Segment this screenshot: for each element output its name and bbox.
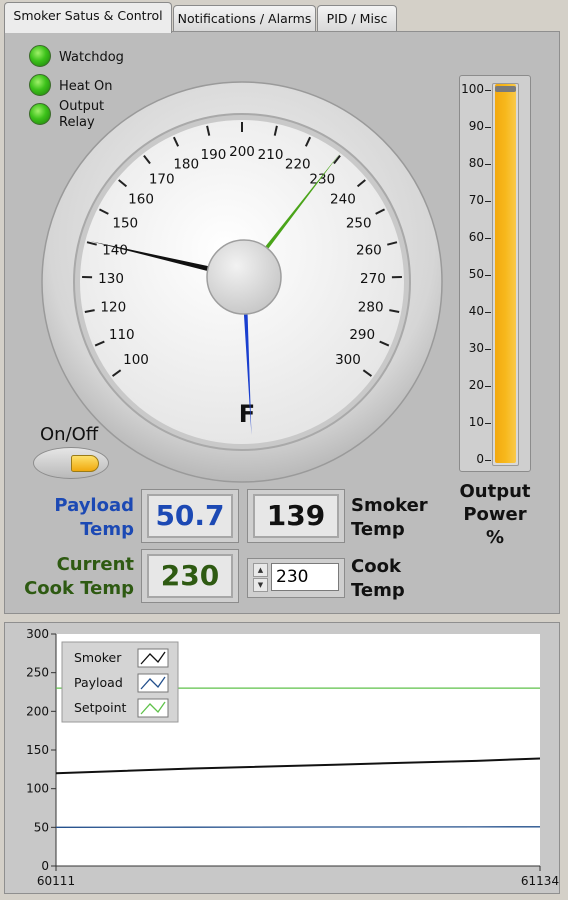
- power-tick: [485, 164, 491, 165]
- gauge-tick-label: 120: [100, 300, 126, 316]
- current-cook-temp-value: 230: [147, 554, 233, 598]
- x-tick-label: 61134: [521, 874, 559, 888]
- gauge-tick-label: 250: [346, 216, 372, 232]
- power-tick-label: 30: [468, 341, 484, 355]
- smoker-temp-value: 139: [253, 494, 339, 538]
- legend-label: Setpoint: [74, 700, 127, 715]
- gauge-tick-label: 190: [201, 147, 227, 163]
- output-power-label: Output Power %: [459, 481, 531, 548]
- gauge-tick-label: 240: [330, 191, 356, 207]
- cook-temp-label: Cook Temp: [351, 556, 405, 601]
- history-chart: 0 50 100 150 200 250 300 60111 61134 Smoker Payl…: [26, 627, 559, 888]
- decrement-button[interactable]: ▼: [253, 578, 268, 592]
- power-tick-label: 90: [468, 119, 484, 133]
- cook-temp-input[interactable]: [271, 563, 339, 591]
- legend-items: Smoker Payload Setpoint: [74, 648, 169, 718]
- y-axis: 0 50 100 150 200 250 300: [26, 627, 57, 873]
- smoker-temp-label: Smoker Temp: [351, 495, 428, 540]
- gauge-tick-label: 300: [335, 352, 361, 368]
- power-tick-label: 70: [468, 193, 484, 207]
- gauge-tick-label: 230: [309, 171, 335, 187]
- gauge-unit-label: F: [239, 400, 255, 428]
- power-tick: [485, 238, 491, 239]
- y-tick-label: 250: [26, 666, 49, 680]
- onoff-lamp: [71, 455, 99, 472]
- power-tick: [485, 460, 491, 461]
- y-tick-label: 300: [26, 627, 49, 641]
- power-tick-label: 80: [468, 156, 484, 170]
- legend-swatch: [137, 698, 169, 718]
- gauge-tick-label: 130: [98, 271, 124, 287]
- increment-button[interactable]: ▲: [253, 563, 268, 577]
- gauge-tick-label: 170: [149, 171, 175, 187]
- gauge-tick-label: 160: [128, 191, 154, 207]
- y-tick-label: 50: [34, 820, 49, 834]
- gauge-hub: [206, 239, 282, 315]
- power-tick-label: 40: [468, 304, 484, 318]
- power-tick: [485, 312, 491, 313]
- payload-temp-label: Payload Temp: [54, 495, 134, 540]
- x-tick-label: 60111: [37, 874, 75, 888]
- power-tick: [485, 201, 491, 202]
- gauge-tick-label: 280: [358, 300, 384, 316]
- gauge-tick-label: 260: [356, 242, 382, 258]
- legend-label: Smoker: [74, 650, 122, 665]
- gauge-tick-label: 180: [173, 156, 199, 172]
- power-tick-label: 10: [468, 415, 484, 429]
- tab-bar: Smoker Satus & Control Notifications / A…: [0, 0, 568, 33]
- tab-pid-misc[interactable]: PID / Misc: [317, 5, 397, 31]
- power-tick: [485, 349, 491, 350]
- watchdog-label: Watchdog: [59, 50, 124, 65]
- power-tick: [485, 275, 491, 276]
- y-tick-label: 0: [41, 859, 49, 873]
- payload-temp-value: 50.7: [147, 494, 233, 538]
- gauge-tick-label: 200: [229, 144, 255, 160]
- power-tick: [485, 127, 491, 128]
- current-cook-temp-label: Current Cook Temp: [24, 554, 134, 599]
- gauge-tick-label: 290: [349, 327, 375, 343]
- power-tick: [485, 386, 491, 387]
- y-tick-label: 150: [26, 743, 49, 757]
- power-tick-label: 50: [468, 267, 484, 281]
- output-power-cap: [495, 86, 516, 92]
- power-tick-label: 0: [476, 452, 484, 466]
- gauge-tick-label: 100: [123, 352, 149, 368]
- gauge-tick-label: 110: [109, 327, 135, 343]
- tab-notifications-alarms[interactable]: Notifications / Alarms: [173, 5, 316, 31]
- gauge-tick-label: 270: [360, 271, 386, 287]
- power-tick: [485, 423, 491, 424]
- gauge-tick-label: 210: [258, 147, 284, 163]
- tab-smoker-status[interactable]: Smoker Satus & Control: [4, 2, 172, 33]
- legend-swatch: [137, 673, 169, 693]
- gauge-tick-label: 150: [112, 216, 138, 232]
- output-power-track: [492, 83, 519, 466]
- y-tick-label: 100: [26, 782, 49, 796]
- power-tick-label: 20: [468, 378, 484, 392]
- gauge-tick-label: 220: [285, 156, 311, 172]
- x-axis: 60111 61134: [37, 865, 559, 888]
- y-tick-label: 200: [26, 704, 49, 718]
- output-power-fill: [495, 84, 516, 463]
- legend-label: Payload: [74, 675, 123, 690]
- power-tick-label: 60: [468, 230, 484, 244]
- power-tick-label: 100: [461, 82, 484, 96]
- onoff-label: On/Off: [40, 424, 99, 445]
- series-payload-line: [55, 826, 541, 828]
- onoff-switch[interactable]: [33, 447, 109, 479]
- power-tick: [485, 90, 491, 91]
- watchdog-led: [29, 45, 51, 67]
- legend-swatch: [137, 648, 169, 668]
- temperature-gauge: 100110120130140150160170180190 200 2102202…: [41, 81, 443, 483]
